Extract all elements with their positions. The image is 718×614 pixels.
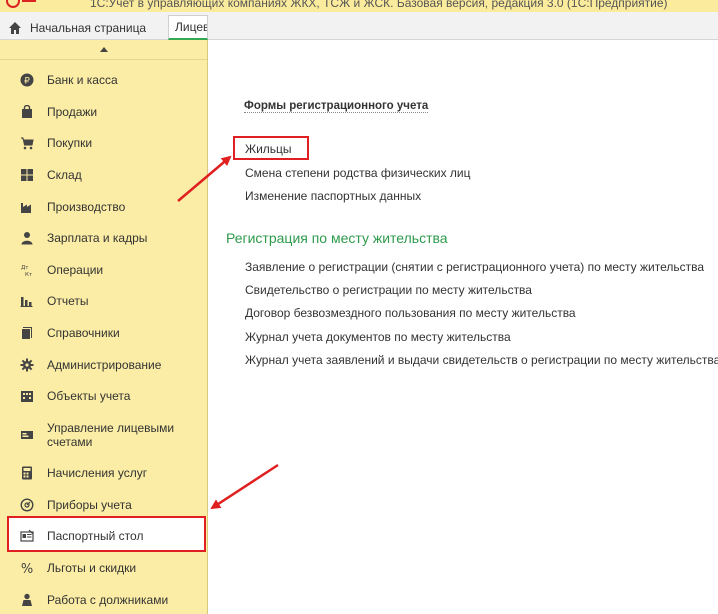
sidebar-item-label: Паспортный стол	[47, 529, 144, 543]
sidebar-item-label: Работа с должниками	[47, 593, 169, 607]
link-kinship-change[interactable]: Смена степени родства физических лиц	[245, 166, 471, 180]
sidebar-item-meters[interactable]: Приборы учета	[0, 497, 207, 513]
main-content: Формы регистрационного учета Жильцы Смен…	[209, 40, 718, 614]
forms-section-title: Формы регистрационного учета	[244, 100, 429, 113]
passport-icon	[20, 529, 34, 543]
sidebar-item-label: Операции	[47, 263, 104, 277]
percent-icon: %	[20, 561, 34, 575]
sidebar-item-label: Склад	[47, 168, 82, 182]
sidebar-item-administration[interactable]: Администрирование	[0, 357, 207, 373]
svg-text:Дт: Дт	[21, 265, 29, 271]
sidebar-item-label: Производство	[47, 200, 126, 214]
sidebar-item-label: Администрирование	[47, 358, 162, 372]
sidebar-item-sales[interactable]: Продажи	[0, 104, 207, 120]
sidebar-item-benefits[interactable]: % Льготы и скидки	[0, 560, 207, 576]
svg-text:%: %	[21, 562, 33, 575]
sidebar-item-label: Справочники	[47, 326, 120, 340]
sidebar-item-warehouse[interactable]: Склад	[0, 167, 207, 183]
link-applications-journal[interactable]: Журнал учета заявлений и выдачи свидетел…	[245, 353, 718, 367]
sidebar-item-service-charges[interactable]: Начисления услуг	[0, 465, 207, 481]
building-icon	[20, 389, 34, 403]
sidebar-item-operations[interactable]: Дт Кт Операции	[0, 262, 207, 278]
tab-bar: Начальная страница Лицевые счета	[0, 12, 718, 40]
meter-icon	[20, 498, 34, 512]
card-icon	[20, 428, 34, 442]
sidebar-item-label: Банк и касса	[47, 73, 118, 87]
1c-logo-icon	[6, 0, 36, 8]
bar-chart-icon	[20, 294, 34, 308]
tab-home[interactable]: Начальная страница	[8, 15, 160, 40]
sidebar-item-label: Начисления услуг	[47, 466, 148, 480]
debtor-icon	[20, 593, 34, 607]
person-icon	[20, 231, 34, 245]
sidebar-item-label: Объекты учета	[47, 389, 131, 403]
ruble-icon: ₽	[20, 73, 34, 87]
sidebar-item-purchases[interactable]: Покупки	[0, 135, 207, 151]
tab-accounts[interactable]: Лицевые счета	[168, 15, 208, 40]
sidebar-item-label: Приборы учета	[47, 498, 132, 512]
tab-accounts-label: Лицевые счета	[175, 20, 207, 34]
calculator-icon	[20, 466, 34, 480]
sidebar-item-debtors[interactable]: Работа с должниками	[0, 592, 207, 608]
warehouse-grid-icon	[20, 168, 34, 182]
link-passport-data-change[interactable]: Изменение паспортных данных	[245, 189, 421, 203]
sidebar-item-reports[interactable]: Отчеты	[0, 293, 207, 309]
window-title: 1С:Учет в управляющих компаниях ЖКХ, ТСЖ…	[90, 0, 668, 10]
sidebar: ₽ Банк и касса Продажи Покупки Склад Про…	[0, 40, 208, 614]
sidebar-item-objects[interactable]: Объекты учета	[0, 388, 207, 404]
cart-icon	[20, 136, 34, 150]
sidebar-item-catalogs[interactable]: Справочники	[0, 325, 207, 341]
home-icon	[9, 21, 21, 34]
tab-home-label: Начальная страница	[30, 20, 147, 35]
sidebar-item-label: Управление лицевыми счетами	[47, 421, 175, 449]
registration-section-title: Регистрация по месту жительства	[226, 230, 448, 246]
title-bar: 1С:Учет в управляющих компаниях ЖКХ, ТСЖ…	[0, 0, 718, 12]
books-icon	[20, 326, 34, 340]
sidebar-item-passport-office[interactable]: Паспортный стол	[0, 528, 207, 544]
sidebar-item-production[interactable]: Производство	[0, 199, 207, 215]
sidebar-item-bank[interactable]: ₽ Банк и касса	[0, 72, 207, 88]
svg-text:Кт: Кт	[25, 272, 33, 277]
factory-icon	[20, 200, 34, 214]
link-free-use-agreement[interactable]: Договор безвозмездного пользования по ме…	[245, 306, 576, 320]
sidebar-item-label: Продажи	[47, 105, 98, 119]
chevron-up-icon	[99, 47, 108, 52]
link-documents-journal[interactable]: Журнал учета документов по месту жительс…	[245, 330, 511, 344]
sidebar-item-label: Льготы и скидки	[47, 561, 137, 575]
link-registration-application[interactable]: Заявление о регистрации (снятии с регист…	[245, 260, 704, 274]
link-registration-certificate[interactable]: Свидетельство о регистрации по месту жит…	[245, 283, 532, 297]
shopping-bag-icon	[20, 105, 34, 119]
sidebar-item-account-management[interactable]: Управление лицевыми счетами	[0, 420, 207, 450]
svg-text:₽: ₽	[24, 77, 30, 87]
sidebar-item-salary[interactable]: Зарплата и кадры	[0, 230, 207, 246]
sidebar-scroll-up-button[interactable]	[0, 40, 207, 60]
sidebar-item-label: Отчеты	[47, 294, 89, 308]
dt-kt-icon: Дт Кт	[20, 263, 34, 277]
sidebar-item-label: Покупки	[47, 136, 93, 150]
gear-icon	[20, 358, 34, 372]
link-residents[interactable]: Жильцы	[245, 142, 292, 156]
sidebar-item-label: Зарплата и кадры	[47, 231, 148, 245]
